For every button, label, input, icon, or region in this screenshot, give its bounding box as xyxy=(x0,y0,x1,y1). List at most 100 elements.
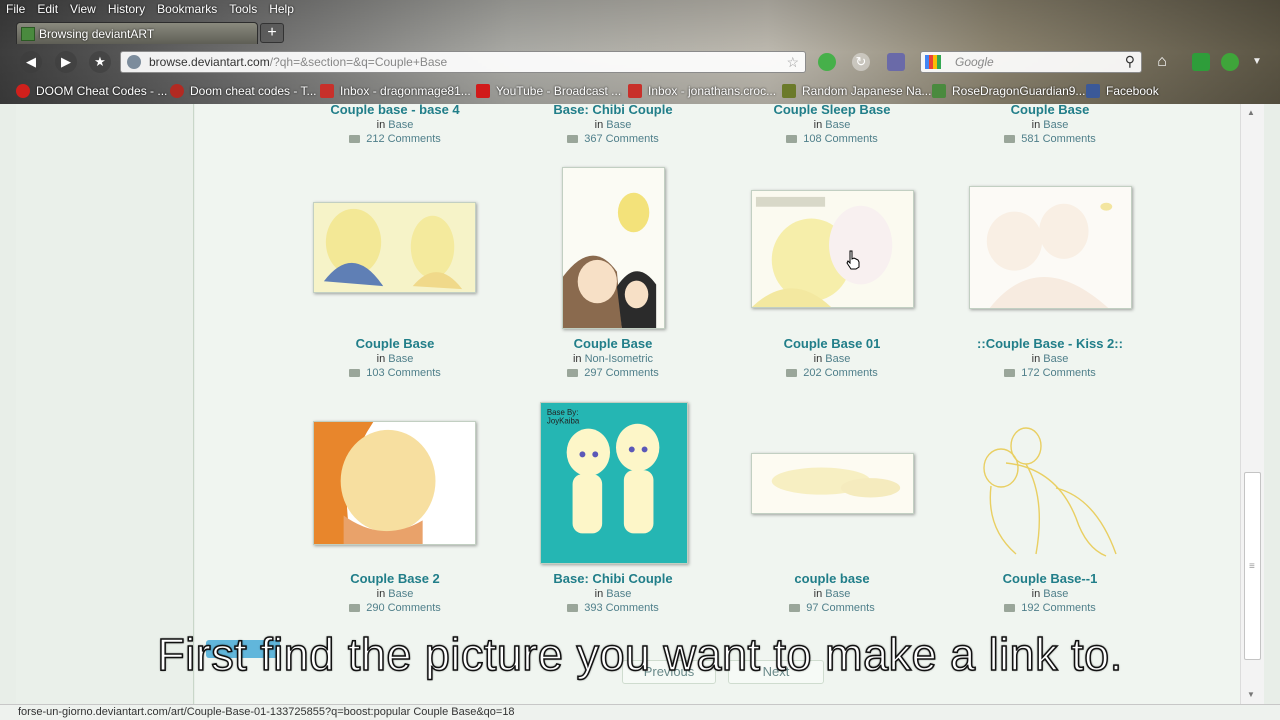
site-identity-icon[interactable] xyxy=(127,55,141,69)
address-bar[interactable]: browse.deviantart.com/?qh=&section=&q=Co… xyxy=(120,51,806,73)
tab-browsing-deviantart[interactable]: Browsing deviantART xyxy=(16,22,258,44)
bookmark-inbox-jonathans[interactable]: Inbox - jonathans.croc... xyxy=(628,84,776,98)
in-label: in xyxy=(376,119,386,131)
tab-title: Browsing deviantART xyxy=(39,26,155,41)
comment-bubble-icon xyxy=(1004,604,1016,612)
result-title-link[interactable]: Couple Base xyxy=(295,336,495,351)
result-comments[interactable]: 212 Comments xyxy=(295,133,495,145)
comment-bubble-icon xyxy=(789,604,801,612)
result-title-link[interactable]: Couple Base 2 xyxy=(295,571,495,586)
thumbnail-base-chibi-couple[interactable]: Base By: JoyKaiba xyxy=(540,402,688,564)
category-link[interactable]: Non-Isometric xyxy=(585,353,653,365)
bookmark-inbox-dragonmage[interactable]: Inbox - dragonmage81... xyxy=(320,84,471,98)
result-comments[interactable]: 297 Comments xyxy=(513,367,713,379)
menu-help[interactable]: Help xyxy=(263,0,300,20)
category-link[interactable]: Base xyxy=(606,119,631,131)
in-label: in xyxy=(572,353,582,365)
result-comments[interactable]: 103 Comments xyxy=(295,367,495,379)
toolbar-menu-chevron-icon[interactable]: ▼ xyxy=(1248,53,1266,71)
menu-history[interactable]: History xyxy=(102,0,151,20)
addon-icon[interactable] xyxy=(887,53,905,71)
menu-edit[interactable]: Edit xyxy=(31,0,64,20)
result-title-link[interactable]: Base: Chibi Couple xyxy=(513,104,713,117)
result-comments[interactable]: 97 Comments xyxy=(732,602,932,614)
bookmark-star-icon[interactable]: ☆ xyxy=(786,54,799,71)
thumbnail-couple-base-nonisometric[interactable] xyxy=(562,167,665,329)
result-title-link[interactable]: Couple Base xyxy=(950,104,1150,117)
category-link[interactable]: Base xyxy=(388,353,413,365)
thumbnail-couple-base-lying[interactable] xyxy=(751,453,914,514)
result-comments[interactable]: 108 Comments xyxy=(732,133,932,145)
page-scrollbar[interactable]: ▲ ≡ ▼ xyxy=(1240,104,1264,704)
result-title-link[interactable]: Couple Base--1 xyxy=(950,571,1150,586)
result-comments[interactable]: 290 Comments xyxy=(295,602,495,614)
thumbnail-couple-base-kiss-2[interactable] xyxy=(969,186,1132,309)
thumbnail-couple-base-01[interactable] xyxy=(751,190,914,308)
category-link[interactable]: Base xyxy=(606,588,631,600)
result-comments[interactable]: 581 Comments xyxy=(950,133,1150,145)
result-title-link[interactable]: Base: Chibi Couple xyxy=(513,571,713,586)
category-link[interactable]: Base xyxy=(388,588,413,600)
bookmark-random-japanese[interactable]: Random Japanese Na... xyxy=(782,84,931,98)
home-icon[interactable]: ⌂ xyxy=(1153,53,1171,71)
bookmark-rosedragonguardian[interactable]: RoseDragonGuardian9... xyxy=(932,84,1085,98)
result-title-link[interactable]: Couple base - base 4 xyxy=(295,104,495,117)
bookmark-facebook[interactable]: Facebook xyxy=(1086,84,1159,98)
category-link[interactable]: Base xyxy=(388,119,413,131)
result-title-link[interactable]: ::Couple Base - Kiss 2:: xyxy=(950,336,1150,351)
category-link[interactable]: Base xyxy=(1043,119,1068,131)
gmail-icon xyxy=(320,84,334,98)
new-tab-button[interactable]: + xyxy=(260,23,284,43)
thumbnail-couple-base-2[interactable] xyxy=(313,421,476,545)
result-title-link[interactable]: Couple Sleep Base xyxy=(732,104,932,117)
category-link[interactable]: Base xyxy=(825,353,850,365)
category-link[interactable]: Base xyxy=(825,588,850,600)
result-item: couple base in Base 97 Comments xyxy=(732,571,932,614)
video-caption: First find the picture you want to make … xyxy=(157,628,1123,681)
result-title-link[interactable]: Couple Base 01 xyxy=(732,336,932,351)
menu-file[interactable]: File xyxy=(0,0,31,20)
search-bar[interactable]: Google ⚲ xyxy=(920,51,1142,73)
result-comments[interactable]: 172 Comments xyxy=(950,367,1150,379)
in-label: in xyxy=(376,353,386,365)
search-icon[interactable]: ⚲ xyxy=(1125,53,1135,70)
menu-tools[interactable]: Tools xyxy=(223,0,263,20)
navigation-toolbar: ◀ ▶ ★ browse.deviantart.com/?qh=&section… xyxy=(0,48,1280,76)
category-link[interactable]: Base xyxy=(1043,353,1068,365)
google-icon[interactable] xyxy=(925,55,941,69)
go-icon[interactable] xyxy=(818,53,836,71)
category-link[interactable]: Base xyxy=(1043,588,1068,600)
addon-shield-icon[interactable]: ★ xyxy=(89,51,111,73)
menu-view[interactable]: View xyxy=(64,0,102,20)
result-comments[interactable]: 192 Comments xyxy=(950,602,1150,614)
result-comments[interactable]: 202 Comments xyxy=(732,367,932,379)
scroll-down-icon[interactable]: ▼ xyxy=(1247,690,1255,699)
result-comments[interactable]: 367 Comments xyxy=(513,133,713,145)
bookmark-youtube-broadcast[interactable]: YouTube - Broadcast ... xyxy=(476,84,621,98)
scroll-up-icon[interactable]: ▲ xyxy=(1247,108,1255,117)
in-label: in xyxy=(376,588,386,600)
addon-green-icon[interactable] xyxy=(1192,53,1210,71)
search-input[interactable]: Google xyxy=(955,55,994,69)
thumbnail-couple-base[interactable] xyxy=(313,202,476,293)
result-item: Couple Base in Base 103 Comments xyxy=(295,336,495,379)
tab-strip: Browsing deviantART + xyxy=(0,21,1280,45)
bookmark-doom-cheat-codes-t[interactable]: Doom cheat codes - T... xyxy=(170,84,317,98)
comment-count: 367 Comments xyxy=(584,133,659,145)
result-title-link[interactable]: Couple Base xyxy=(513,336,713,351)
thumbnail-art xyxy=(314,422,475,544)
addon-round-icon[interactable] xyxy=(1221,53,1239,71)
result-item: Couple Base 01 in Base 202 Comments xyxy=(732,336,932,379)
result-comments[interactable]: 393 Comments xyxy=(513,602,713,614)
in-label: in xyxy=(1031,353,1041,365)
bookmark-doom-cheat-codes[interactable]: DOOM Cheat Codes - ... xyxy=(16,84,167,98)
thumbnail-couple-base-1[interactable] xyxy=(976,408,1126,558)
result-title-link[interactable]: couple base xyxy=(732,571,932,586)
result-category: in Base xyxy=(513,119,713,131)
back-button[interactable]: ◀ xyxy=(20,51,42,73)
category-link[interactable]: Base xyxy=(825,119,850,131)
reload-icon[interactable]: ↻ xyxy=(852,53,870,71)
bookmark-label: Inbox - jonathans.croc... xyxy=(648,84,777,98)
forward-button[interactable]: ▶ xyxy=(55,51,77,73)
menu-bookmarks[interactable]: Bookmarks xyxy=(151,0,223,20)
